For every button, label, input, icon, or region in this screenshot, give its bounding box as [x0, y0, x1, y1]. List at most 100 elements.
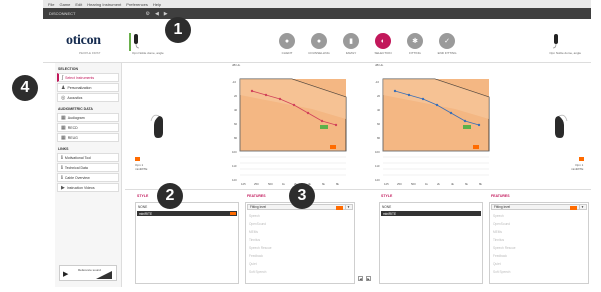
sidebar-item-label: Instruction Videos: [66, 185, 95, 190]
right-audiogram-chart: -102040 6080100 110120 125 250 500 1k 2k 4k …: [375, 78, 490, 186]
menu-hearing-instrument[interactable]: Hearing Instrument: [87, 2, 121, 7]
nav-counselling[interactable]: ● COUNSELLING: [307, 33, 331, 55]
section-links-title: LINKS: [58, 147, 69, 151]
right-fitting-level-select[interactable]: Fitting level ▼: [491, 204, 587, 210]
audiogram-icon: ▦: [61, 114, 66, 121]
sidebar-item-acoustics[interactable]: ◎ Acoustics: [57, 93, 119, 102]
selection-icon: ◐: [375, 33, 391, 49]
svg-text:-10: -10: [232, 80, 236, 84]
disconnect-button[interactable]: DISCONNECT: [49, 11, 75, 16]
nav-selection[interactable]: ◐ SELECTION: [371, 33, 395, 55]
nav-client[interactable]: ● CLIENT: [275, 33, 299, 55]
instrument-icon: ʃ: [62, 74, 64, 81]
menu-bar: File Game Edit Hearing Instrument Prefer…: [43, 0, 591, 8]
left-features-title: FEATURES: [247, 194, 266, 198]
right-hearing-aid-icon[interactable]: [551, 33, 561, 49]
sidebar-item-reug[interactable]: ▦ REUG: [57, 133, 119, 142]
sidebar-item-label: RECD: [67, 125, 78, 130]
sidebar-item-instruction-videos[interactable]: ▶ Instruction Videos: [57, 183, 119, 192]
menu-file[interactable]: File: [48, 2, 54, 7]
sidebar-item-recd[interactable]: ▦ RECD: [57, 123, 119, 132]
sidebar-item-label: Cable Overview: [64, 175, 90, 180]
feature-row: Tinnitus: [493, 238, 505, 242]
sidebar-item-select-instruments[interactable]: ʃ Select Instruments: [57, 73, 119, 82]
feature-row: Quiet: [493, 262, 501, 266]
instrument-selection-area: STYLE NONE miniRITE FEATURES Fitting lev…: [125, 189, 591, 287]
fitting-level-label: Fitting level: [250, 205, 267, 209]
sidebar-item-label: Acoustics: [67, 95, 83, 100]
style-option-none[interactable]: NONE: [138, 205, 147, 209]
svg-text:110: 110: [232, 164, 237, 168]
sidebar: SELECTION ʃ Select Instruments ♟ Persona…: [55, 63, 122, 287]
left-audiogram-chart: -102040 6080100 110120 125250500 1k2k4k …: [232, 78, 347, 186]
speaker-icon[interactable]: ◀: [155, 11, 159, 17]
nav-family[interactable]: ▮ FAMILY: [339, 33, 363, 55]
svg-text:2k: 2k: [437, 182, 441, 186]
svg-text:500: 500: [411, 182, 416, 186]
svg-text:1k: 1k: [425, 182, 429, 186]
svg-text:20: 20: [377, 94, 381, 98]
play-icon[interactable]: ▶: [63, 270, 68, 278]
settings-icon[interactable]: ⚙: [145, 11, 149, 17]
right-level-badge: [579, 157, 584, 161]
nav-end-fitting[interactable]: ✓ END FITTING: [435, 33, 459, 55]
recd-icon: ▦: [61, 124, 66, 131]
section-selection-title: SELECTION: [58, 67, 79, 71]
reference-sound-player: ▶ Reference sound: [59, 265, 117, 281]
forward-icon[interactable]: ▶: [164, 11, 168, 17]
section-audiometric-title: AUDIOMETRIC DATA: [58, 107, 93, 111]
video-icon: ▶: [61, 184, 65, 191]
style-option-none[interactable]: NONE: [382, 205, 391, 209]
svg-text:8k: 8k: [479, 182, 483, 186]
reug-icon: ▦: [61, 134, 66, 141]
svg-text:500: 500: [268, 182, 273, 186]
sidebar-item-label: Select Instruments: [65, 75, 95, 80]
workflow-nav: ● CLIENT ● COUNSELLING ▮ FAMILY ◐ SELECT…: [275, 33, 459, 55]
copy-right-button[interactable]: ▶: [366, 276, 371, 281]
svg-text:40: 40: [234, 108, 238, 112]
menu-game[interactable]: Game: [59, 2, 70, 7]
svg-text:1k: 1k: [282, 182, 286, 186]
feature-row: Feedback: [493, 254, 507, 258]
style-option-selected[interactable]: miniRITE: [137, 211, 237, 216]
end-fitting-icon: ✓: [439, 33, 455, 49]
feature-row: Tinnitus: [249, 238, 261, 242]
level-pill: [570, 206, 577, 210]
menu-help[interactable]: Help: [153, 2, 161, 7]
level-pill: [336, 206, 343, 210]
svg-text:80: 80: [234, 136, 238, 140]
left-style-title: STYLE: [137, 194, 149, 198]
left-style-list: NONE miniRITE: [135, 202, 239, 284]
svg-text:60: 60: [234, 122, 238, 126]
svg-text:8k: 8k: [336, 182, 340, 186]
sidebar-item-audiogram[interactable]: ▦ Audiogram: [57, 113, 119, 122]
volume-slider[interactable]: [96, 271, 112, 279]
feature-row: Speech Rescue: [493, 246, 516, 250]
client-icon: ●: [279, 33, 295, 49]
feature-row: Soft Speech: [249, 270, 267, 274]
menu-edit[interactable]: Edit: [75, 2, 82, 7]
feature-row: Speech: [249, 214, 260, 218]
menu-preferences[interactable]: Preferences: [126, 2, 148, 7]
sidebar-item-label: Technical Data: [64, 165, 88, 170]
callout-badge-1: 1: [165, 17, 191, 43]
sidebar-item-cable-overview[interactable]: ℹ Cable Overview: [57, 173, 119, 182]
copy-left-button[interactable]: ◀: [358, 276, 363, 281]
info-icon: ℹ: [61, 154, 63, 161]
svg-text:-10: -10: [375, 80, 379, 84]
svg-text:125: 125: [384, 182, 389, 186]
svg-text:4k: 4k: [451, 182, 455, 186]
right-features-title: FEATURES: [491, 194, 510, 198]
right-features-list: Fitting level ▼ Speech OpenSound MEMs Ti…: [489, 202, 589, 284]
sidebar-item-motivational-tool[interactable]: ℹ Motivational Tool: [57, 153, 119, 162]
sidebar-item-label: Motivational Tool: [64, 155, 91, 160]
sidebar-item-personalization[interactable]: ♟ Personalization: [57, 83, 119, 92]
feature-row: Speech: [493, 214, 504, 218]
sidebar-item-technical-data[interactable]: ℹ Technical Data: [57, 163, 119, 172]
nav-fitting[interactable]: ✱ FITTING: [403, 33, 427, 55]
style-option-selected[interactable]: miniRITE: [381, 211, 481, 216]
svg-text:40: 40: [377, 108, 381, 112]
counselling-icon: ●: [311, 33, 327, 49]
nav-label: COUNSELLING: [308, 51, 330, 55]
left-hearing-aid-icon[interactable]: [131, 33, 141, 49]
